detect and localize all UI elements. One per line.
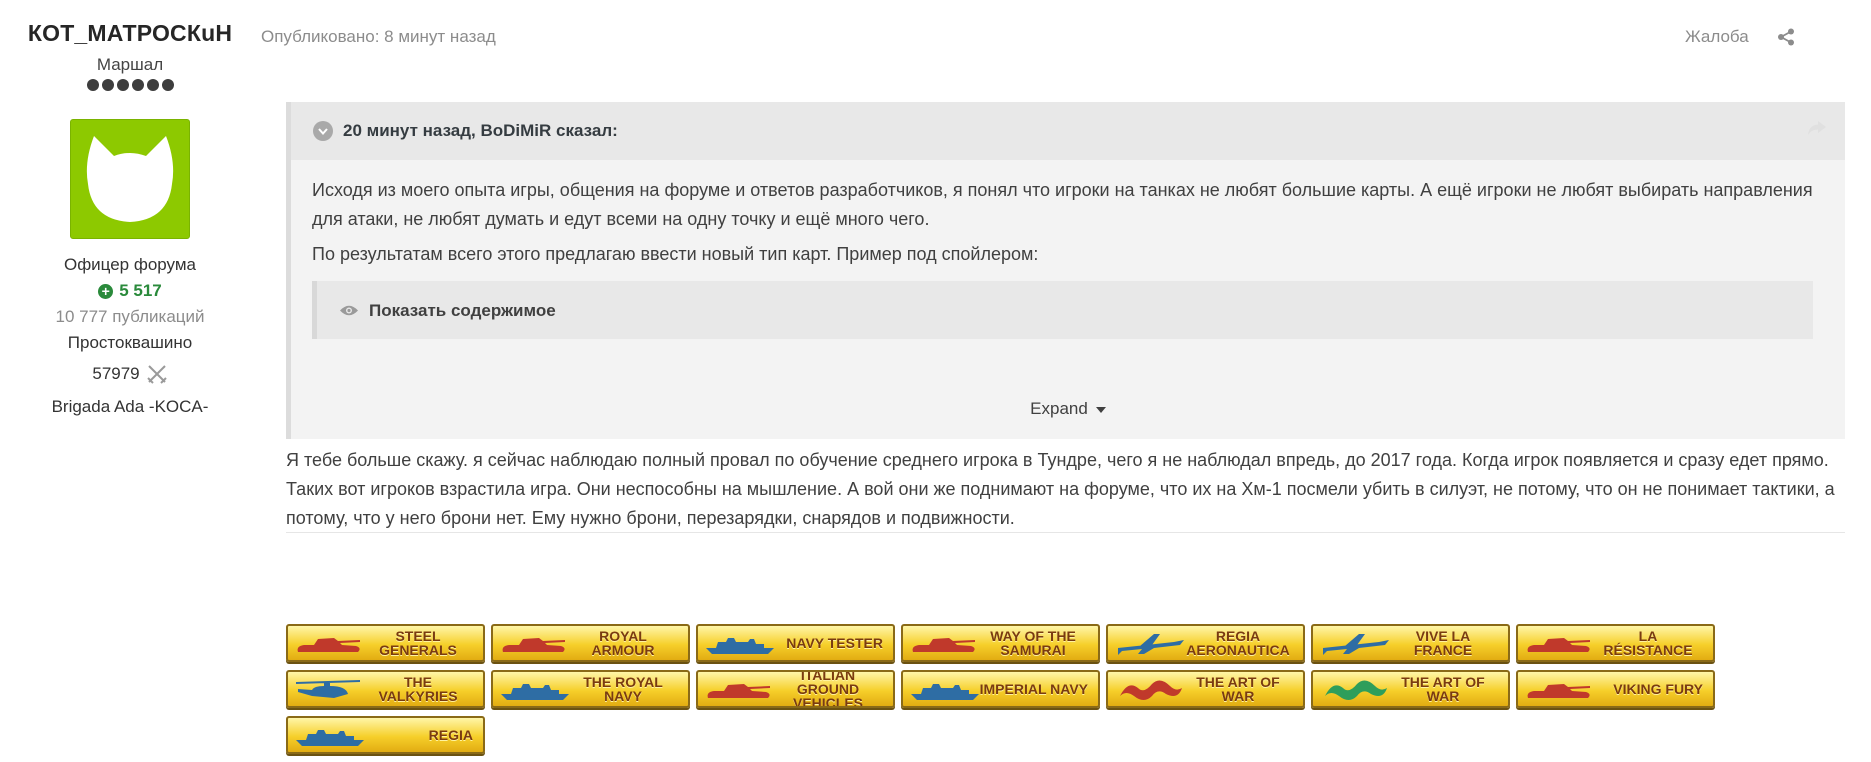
badge-the-valkyries[interactable]: THE VALKYRIES <box>286 670 485 708</box>
author-clan[interactable]: Brigada Ada -KOCA- <box>0 397 260 417</box>
badge-row: STEEL GENERALS ROYAL ARMOUR NAVY TESTER WAY… <box>286 624 1746 662</box>
post-paragraph: Я тебе больше скажу. я сейчас наблюдаю п… <box>286 450 1835 528</box>
badge-label: REGIA <box>428 727 473 743</box>
badge-label: THE ROYAL NAVY <box>583 674 663 704</box>
author-location: Простоквашино <box>67 333 193 352</box>
helicopter-icon <box>296 680 360 698</box>
tank-icon <box>707 684 770 698</box>
dragon-icon <box>1120 680 1182 700</box>
badge-la-r-sistance[interactable]: LA RÉSISTANCE <box>1516 624 1715 662</box>
reputation-value: 5 517 <box>119 281 162 300</box>
badge-vive-la-france[interactable]: VIVE LA FRANCE <box>1311 624 1510 662</box>
author-score: 57979 <box>0 363 260 385</box>
plus-circle-icon: + <box>98 283 114 299</box>
tank-icon <box>297 638 360 652</box>
badge-royal-armour[interactable]: ROYAL ARMOUR <box>491 624 690 662</box>
badge-label: NAVY TESTER <box>786 635 883 651</box>
badge-label: LA RÉSISTANCE <box>1603 628 1693 658</box>
badge-regia[interactable]: REGIA <box>286 716 485 754</box>
quote-block: 20 минут назад, BoDiMiR сказал: Исходя и… <box>286 102 1845 439</box>
signature-divider <box>286 532 1845 533</box>
badge-the-art-of-war[interactable]: THE ART OF WAR <box>1311 670 1510 708</box>
author-panel: КОТ_МАТРОСКuН Маршал Офицер форума + 5 5… <box>0 20 260 417</box>
badge-label: REGIA AERONAUTICA <box>1186 628 1290 658</box>
tank-icon <box>502 638 565 652</box>
spoiler-toggle[interactable]: Показать содержимое <box>312 281 1813 339</box>
badge-label: THE ART OF WAR <box>1401 674 1485 704</box>
quote-header: 20 минут назад, BoDiMiR сказал: <box>291 102 1845 160</box>
badge-row: REGIA <box>286 716 1746 754</box>
quote-paragraph: Исходя из моего опыта игры, общения на ф… <box>312 180 1813 229</box>
member-group: Офицер форума <box>63 255 197 274</box>
badge-way-of-the-samurai[interactable]: WAY OF THE SAMURAI <box>901 624 1100 662</box>
ship-icon <box>706 638 774 654</box>
badge-regia-aeronautica[interactable]: REGIA AERONAUTICA <box>1106 624 1305 662</box>
quote-jump-button[interactable] <box>1807 120 1827 141</box>
tank-icon <box>1527 684 1590 698</box>
rank-pips <box>0 79 260 99</box>
ship-icon <box>911 684 979 700</box>
post-content: Я тебе больше скажу. я сейчас наблюдаю п… <box>286 446 1846 533</box>
ship-icon <box>501 684 569 700</box>
author-rank: Маршал <box>96 55 164 74</box>
quote-citation[interactable]: 20 минут назад, BoDiMiR сказал: <box>343 121 618 141</box>
expand-quote-button[interactable]: Expand <box>291 399 1845 419</box>
badge-label: IMPERIAL NAVY <box>979 681 1088 697</box>
expand-label: Expand <box>1030 399 1088 418</box>
spoiler-label: Показать содержимое <box>369 300 556 320</box>
badge-the-art-of-war[interactable]: THE ART OF WAR <box>1106 670 1305 708</box>
badge-imperial-navy[interactable]: IMPERIAL NAVY <box>901 670 1100 708</box>
report-link[interactable]: Жалоба <box>1685 27 1749 47</box>
badge-label: THE ART OF WAR <box>1196 674 1280 704</box>
quote-body: Исходя из моего опыта игры, общения на ф… <box>291 160 1845 339</box>
share-button[interactable] <box>1777 28 1797 48</box>
tank-icon <box>1527 638 1590 652</box>
badge-label: WAY OF THE SAMURAI <box>990 628 1076 658</box>
badge-row: THE VALKYRIES THE ROYAL NAVY ITALIAN GROUN… <box>286 670 1746 708</box>
ship-icon <box>296 730 364 746</box>
badge-label: VIVE LA FRANCE <box>1413 628 1473 658</box>
quote-paragraph: По результатам всего этого предлагаю вве… <box>312 244 1039 264</box>
caret-down-icon <box>1095 406 1106 413</box>
share-icon <box>1778 28 1794 46</box>
dragon-icon <box>1325 680 1387 700</box>
eye-icon <box>340 305 358 315</box>
badge-label: STEEL GENERALS <box>379 628 457 658</box>
rank-pip <box>131 79 144 91</box>
rank-pip <box>146 79 159 91</box>
badge-label: ITALIAN GROUND VEHICLES <box>792 670 863 708</box>
badge-steel-generals[interactable]: STEEL GENERALS <box>286 624 485 662</box>
rank-pip <box>86 79 99 91</box>
quote-collapse-toggle[interactable] <box>313 121 333 141</box>
badge-label: ROYAL ARMOUR <box>591 628 655 658</box>
plane-icon <box>1323 634 1389 655</box>
badge-label: THE VALKYRIES <box>378 674 458 704</box>
chevron-down-icon <box>318 127 328 135</box>
signature-badges: STEEL GENERALS ROYAL ARMOUR NAVY TESTER WAY… <box>286 624 1746 762</box>
cat-head-icon <box>86 136 174 222</box>
crossed-swords-icon <box>146 365 167 384</box>
rank-pip <box>101 79 114 91</box>
badge-viking-fury[interactable]: VIKING FURY <box>1516 670 1715 708</box>
badge-label: VIKING FURY <box>1613 681 1703 697</box>
share-arrow-icon <box>1808 121 1826 135</box>
rank-pip <box>116 79 129 91</box>
badge-italian-ground-vehicles[interactable]: ITALIAN GROUND VEHICLES <box>696 670 895 708</box>
post-published-time[interactable]: Опубликовано: 8 минут назад <box>261 27 496 47</box>
badge-the-royal-navy[interactable]: THE ROYAL NAVY <box>491 670 690 708</box>
post-count: 10 777 публикаций <box>55 307 205 326</box>
plane-icon <box>1118 634 1184 655</box>
tank-icon <box>912 638 975 652</box>
author-name[interactable]: КОТ_МАТРОСКuН <box>0 20 260 47</box>
badge-navy-tester[interactable]: NAVY TESTER <box>696 624 895 662</box>
rank-pip <box>161 79 174 91</box>
score-value: 57979 <box>92 364 140 383</box>
reputation[interactable]: + 5 517 <box>0 281 260 301</box>
avatar[interactable] <box>70 119 190 239</box>
